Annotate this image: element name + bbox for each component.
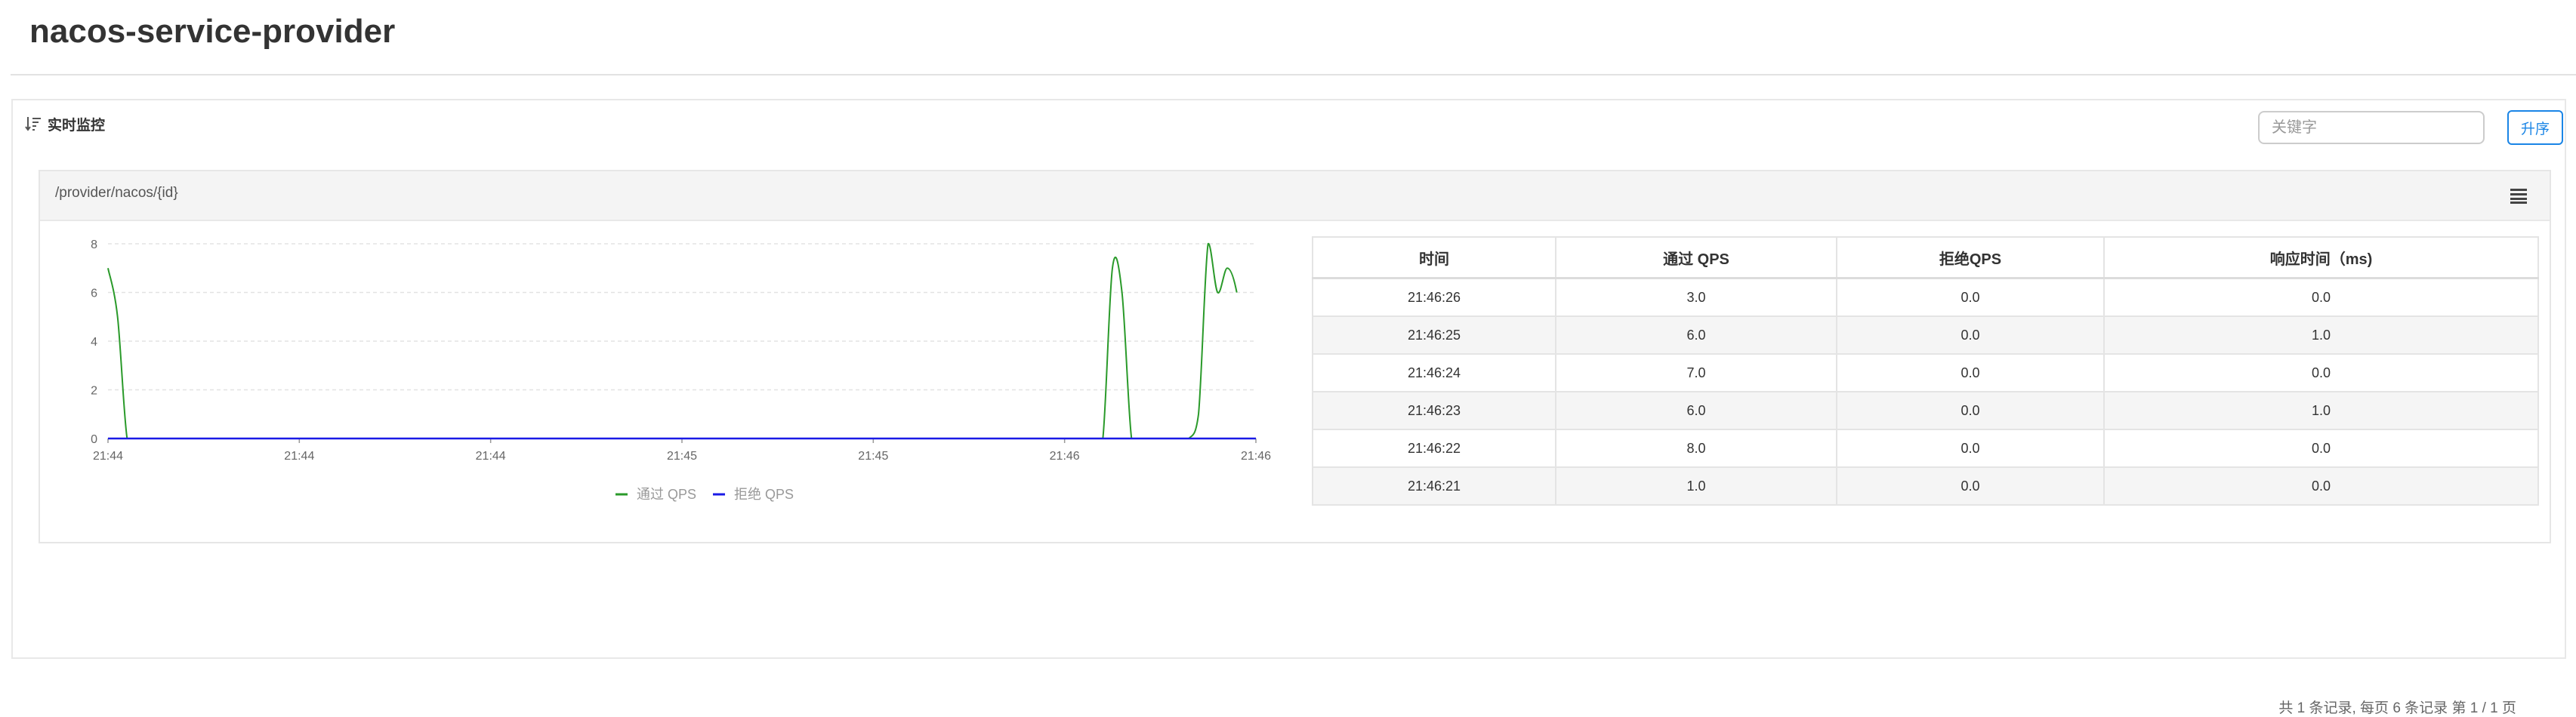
x-tick-label: 21:44: [284, 450, 314, 463]
x-axis-ticks: 21:44 21:44 21:44 21:45 21:45 21:46 21:46: [93, 438, 1271, 463]
cell-response-time: 0.0: [2103, 277, 2539, 317]
table-row: 21:46:23 6.0 0.0 1.0: [1312, 391, 2539, 430]
cell-pass-qps: 6.0: [1555, 391, 1837, 430]
monitor-panel-header: 实时监控: [25, 111, 105, 137]
pagination-info: 共 1 条记录, 每页 6 条记录 第 1 / 1 页: [2278, 700, 2516, 716]
chart-gridlines: [108, 243, 1256, 439]
cell-pass-qps: 6.0: [1555, 315, 1837, 355]
resource-card-header: /provider/nacos/{id}: [40, 171, 2550, 221]
cell-time: 21:46:23: [1312, 391, 1556, 430]
cell-block-qps: 0.0: [1836, 353, 2105, 392]
legend-item-label[interactable]: 拒绝 QPS: [734, 487, 794, 502]
qps-line-chart: 02468 21:44 21:44 21:44 21:45 21:45 21:46 21:4…: [91, 238, 1271, 502]
sort-ascending-button[interactable]: 升序: [2507, 110, 2563, 145]
y-tick-label: 8: [91, 238, 97, 251]
y-axis-ticks: 0 2 4 6 8: [91, 238, 97, 446]
y-tick-label: 2: [91, 385, 97, 398]
cell-block-qps: 0.0: [1836, 315, 2105, 355]
resource-card: /provider/nacos/{id} 02468 21:44 21:44 21:…: [39, 170, 2551, 543]
cell-response-time: 1.0: [2103, 315, 2539, 355]
x-tick-label: 21:44: [476, 450, 506, 463]
chart-legend: 通过 QPS 拒绝 QPS: [615, 487, 794, 502]
legend-item-label[interactable]: 通过 QPS: [637, 487, 696, 502]
x-tick-label: 21:46: [1050, 450, 1080, 463]
y-tick-label: 0: [91, 433, 97, 446]
y-tick-label: 6: [91, 288, 97, 300]
column-header-block-qps: 拒绝QPS: [1836, 236, 2105, 279]
column-header-time: 时间: [1312, 236, 1556, 279]
resource-name: /provider/nacos/{id}: [55, 185, 178, 201]
table-row: 21:46:21 1.0 0.0 0.0: [1312, 466, 2539, 506]
table-row: 21:46:25 6.0 0.0 1.0: [1312, 315, 2539, 355]
cell-response-time: 0.0: [2103, 353, 2539, 392]
cell-pass-qps: 1.0: [1555, 466, 1837, 506]
table-row: 21:46:24 7.0 0.0 0.0: [1312, 353, 2539, 392]
page-title: nacos-service-provider: [29, 13, 396, 50]
cell-time: 21:46:24: [1312, 353, 1556, 392]
sort-amount-icon: [25, 115, 42, 132]
cell-pass-qps: 3.0: [1555, 277, 1837, 317]
table-row: 21:46:22 8.0 0.0 0.0: [1312, 429, 2539, 468]
cell-block-qps: 0.0: [1836, 391, 2105, 430]
menu-icon[interactable]: [2510, 189, 2528, 204]
cell-response-time: 0.0: [2103, 429, 2539, 468]
cell-time: 21:46:26: [1312, 277, 1556, 317]
x-tick-label: 21:46: [1241, 450, 1271, 463]
keyword-search-input[interactable]: [2258, 111, 2485, 144]
monitor-title: 实时监控: [48, 117, 106, 134]
cell-block-qps: 0.0: [1836, 466, 2105, 506]
cell-time: 21:46:25: [1312, 315, 1556, 355]
column-header-response-time: 响应时间（ms): [2103, 236, 2539, 279]
table-header-row: 时间 通过 QPS 拒绝QPS 响应时间（ms): [1312, 236, 2539, 279]
monitor-panel: 实时监控 升序 /provider/nacos/{id} 0 2 4 6 8 21:44…: [11, 99, 2566, 716]
table-row: 21:46:26 3.0 0.0 0.0: [1312, 277, 2539, 317]
cell-pass-qps: 7.0: [1555, 353, 1837, 392]
cell-pass-qps: 8.0: [1555, 429, 1837, 468]
x-tick-label: 21:44: [93, 450, 123, 463]
cell-response-time: 0.0: [2103, 466, 2539, 506]
title-divider: [11, 74, 2576, 75]
cell-response-time: 1.0: [2103, 391, 2539, 430]
x-tick-label: 21:45: [667, 450, 697, 463]
x-tick-label: 21:45: [858, 450, 888, 463]
cell-block-qps: 0.0: [1836, 429, 2105, 468]
y-tick-label: 4: [91, 336, 97, 349]
qps-stats-table: 时间 通过 QPS 拒绝QPS 响应时间（ms) 21:46:26 3.0 0.…: [1312, 236, 2539, 506]
cell-block-qps: 0.0: [1836, 277, 2105, 317]
column-header-pass-qps: 通过 QPS: [1555, 236, 1837, 279]
cell-time: 21:46:21: [1312, 466, 1556, 506]
cell-time: 21:46:22: [1312, 429, 1556, 468]
